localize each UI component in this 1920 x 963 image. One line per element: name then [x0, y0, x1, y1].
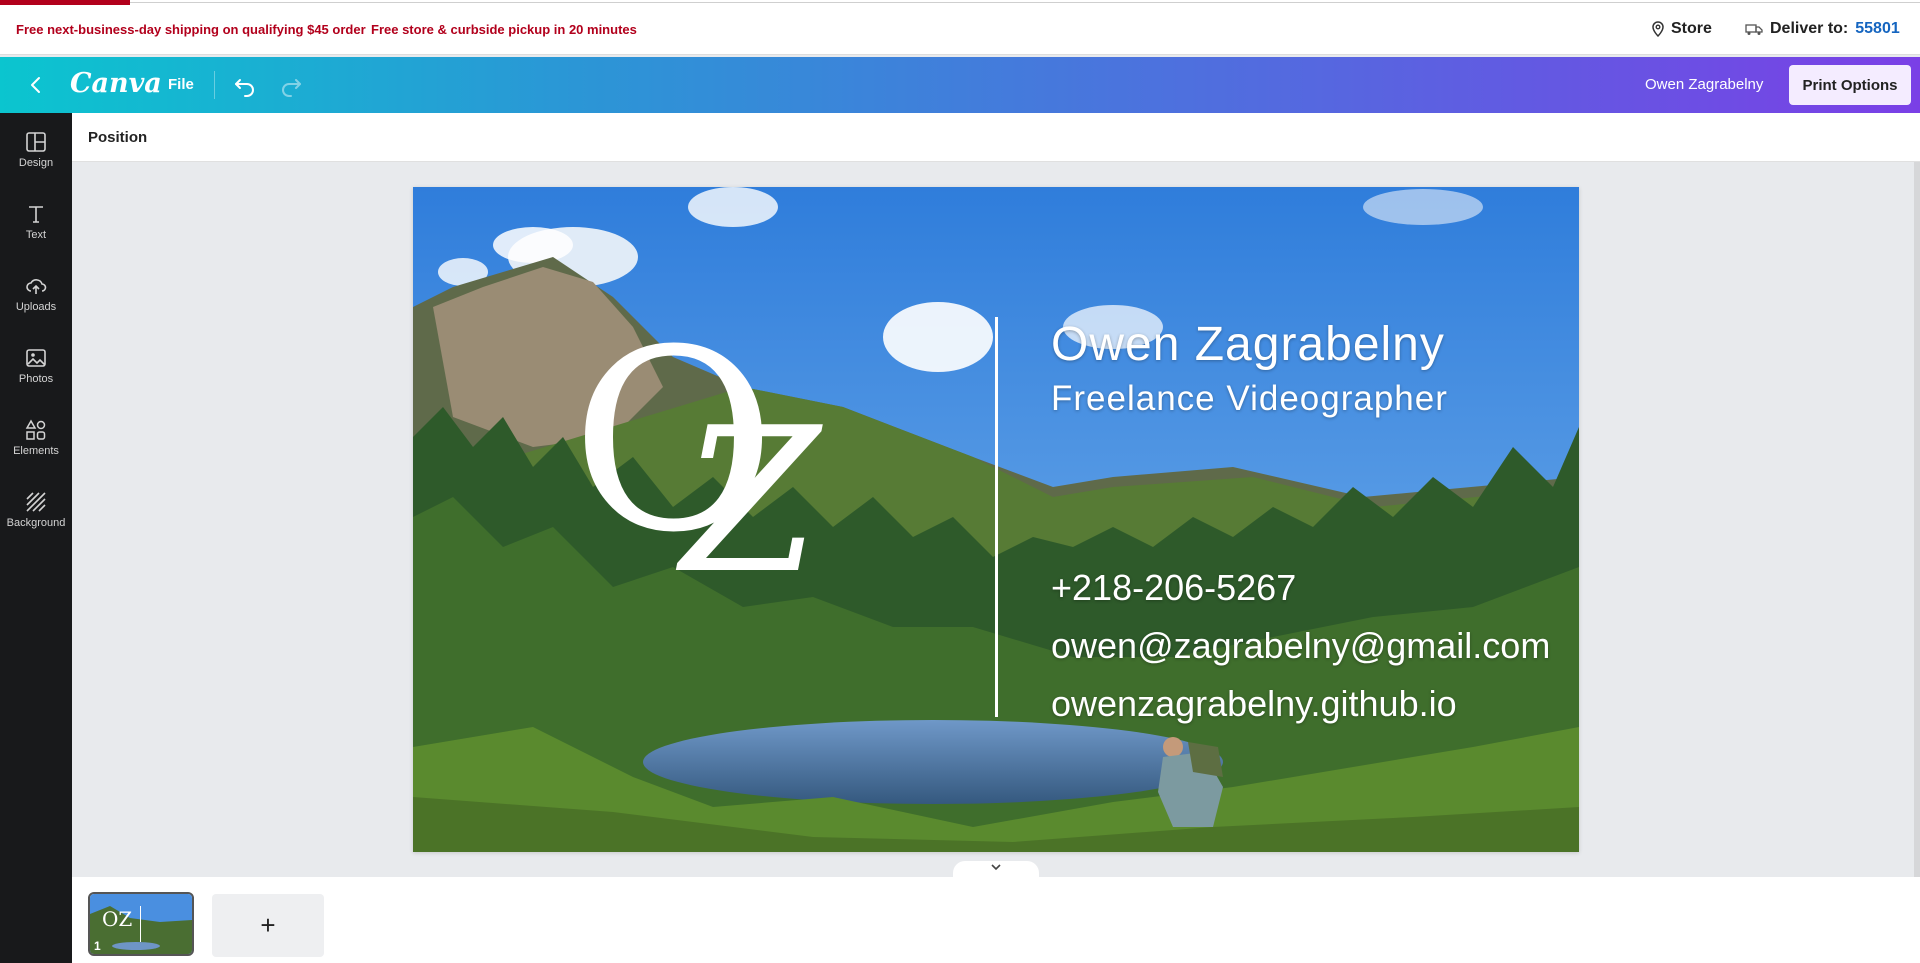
context-toolbar: Position [72, 113, 1920, 162]
store-label: Store [1671, 20, 1712, 37]
monogram-letter-z[interactable]: Z [681, 402, 820, 602]
sidebar-item-photos[interactable]: Photos [0, 347, 72, 411]
layout-icon [26, 132, 46, 152]
shapes-icon [25, 419, 46, 440]
sidebar-item-label: Background [6, 517, 66, 529]
sidebar-item-label: Text [25, 229, 47, 241]
file-menu-button[interactable]: File [168, 76, 194, 93]
store-button[interactable]: Store [1651, 20, 1712, 38]
zip-code: 55801 [1855, 20, 1900, 37]
sidebar-item-uploads[interactable]: Uploads [0, 275, 72, 339]
divider-line[interactable] [995, 317, 998, 717]
truck-icon [1745, 24, 1763, 35]
undo-icon[interactable] [232, 72, 258, 98]
chevron-down-icon [991, 864, 1001, 871]
card-phone-text[interactable]: +218-206-5267 [1051, 567, 1296, 609]
business-card-page[interactable]: O Z Owen Zagrabelny Freelance Videograph… [413, 187, 1579, 852]
progress-line [0, 0, 130, 5]
card-name-text[interactable]: Owen Zagrabelny [1051, 317, 1445, 372]
shipping-promo-link[interactable]: Free next-business-day shipping on quali… [16, 22, 366, 37]
back-chevron-icon[interactable] [24, 73, 48, 97]
sidebar-item-design[interactable]: Design [0, 131, 72, 195]
image-icon [26, 349, 46, 367]
sidebar-item-label: Elements [13, 445, 59, 457]
upload-cloud-icon [26, 279, 47, 294]
promo-bar: Free next-business-day shipping on quali… [0, 0, 1920, 55]
divider [130, 2, 1920, 3]
deliver-label: Deliver to: [1770, 20, 1849, 37]
vertical-scrollbar[interactable] [1914, 162, 1920, 877]
left-sidebar: Design Text Uploads Photos Elements Back… [0, 113, 72, 963]
sidebar-item-elements[interactable]: Elements [0, 419, 72, 483]
canva-logo[interactable]: Canva [70, 68, 162, 99]
text-icon [29, 206, 43, 223]
card-title-text[interactable]: Freelance Videographer [1051, 379, 1448, 419]
user-name[interactable]: Owen Zagrabelny [1645, 76, 1763, 93]
card-email-text[interactable]: owen@zagrabelny@gmail.com [1051, 625, 1550, 667]
card-website-text[interactable]: owenzagrabelny.github.io [1051, 683, 1457, 725]
page-strip: OZ 1 + [72, 877, 1920, 963]
sidebar-item-label: Uploads [15, 301, 57, 313]
sidebar-item-text[interactable]: Text [0, 203, 72, 267]
header-divider [214, 71, 215, 99]
pickup-promo-link[interactable]: Free store & curbside pickup in 20 minut… [371, 22, 637, 37]
sidebar-item-label: Photos [18, 373, 54, 385]
deliver-to-button[interactable]: Deliver to: 55801 [1745, 20, 1900, 38]
svg-text:OZ: OZ [102, 907, 132, 931]
redo-icon[interactable] [278, 72, 304, 98]
position-button[interactable]: Position [88, 129, 147, 146]
editor-header: Canva File Owen Zagrabelny Print Options [0, 57, 1920, 113]
hatch-icon [26, 492, 46, 512]
print-options-button[interactable]: Print Options [1789, 65, 1911, 105]
page-thumbnail[interactable]: OZ 1 [88, 892, 194, 956]
page-thumbnail-image: OZ [90, 894, 192, 954]
sidebar-item-background[interactable]: Background [0, 491, 72, 555]
sidebar-item-label: Design [18, 157, 54, 169]
page-number: 1 [94, 939, 101, 953]
location-pin-icon [1652, 21, 1664, 37]
add-page-button[interactable]: + [212, 894, 324, 957]
